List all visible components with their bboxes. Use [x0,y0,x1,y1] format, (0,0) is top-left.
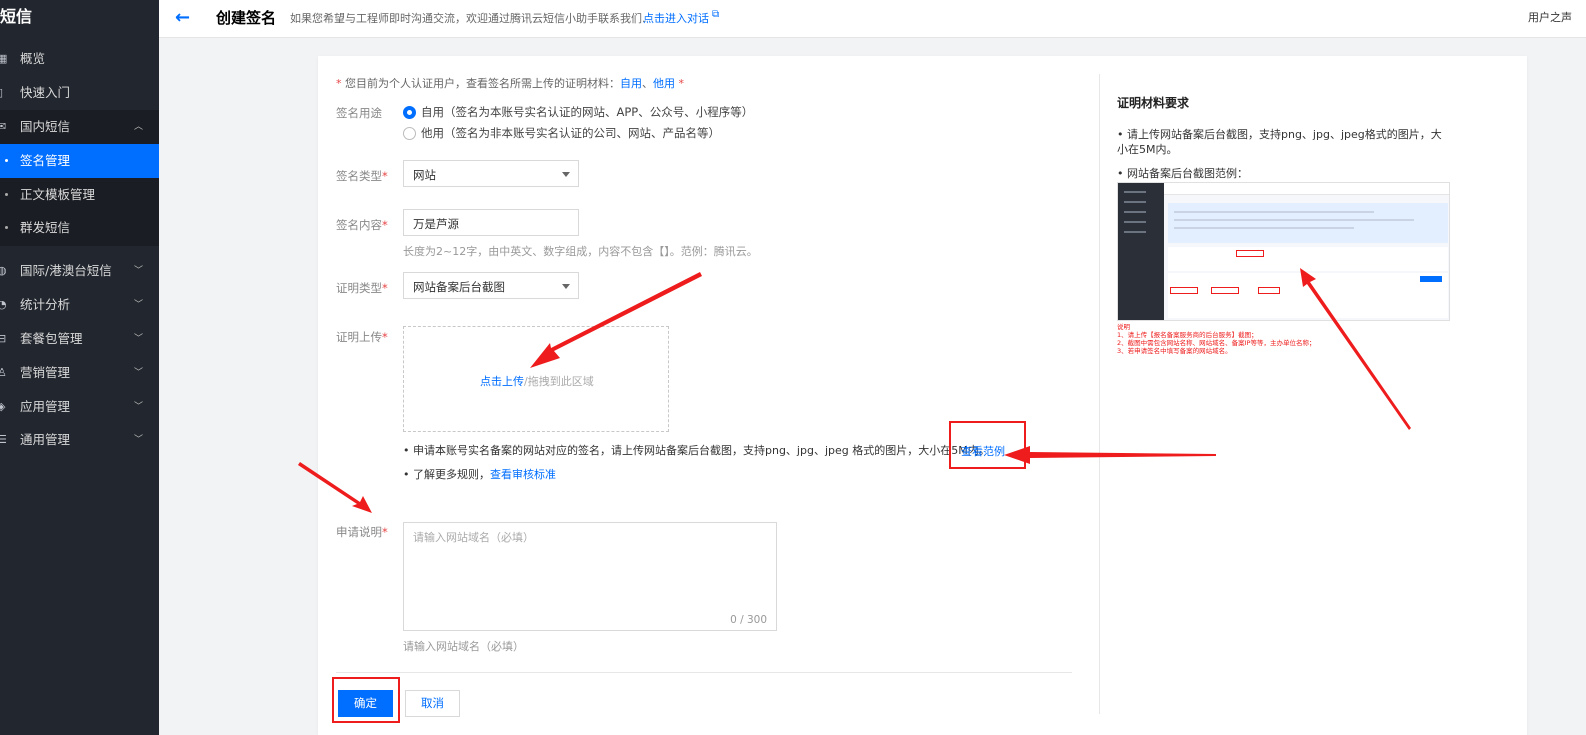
reason-help: 请输入网站域名（必填） [403,640,524,653]
globe-icon: ◍ [0,264,7,277]
sidebar-item-packages[interactable]: ⊟ 套餐包管理 ﹀ [0,322,159,356]
proof-type-label: 证明类型* [336,281,388,295]
bullet-dot [5,159,8,162]
annotation-box-confirm [332,677,400,723]
sidebar-item-template-management[interactable]: 正文模板管理 [0,178,159,212]
content-help: 长度为2~12字，由中英文、数字组成，内容不包含【】。范例：腾讯云。 [403,245,758,258]
sidebar-item-apps[interactable]: ◈ 应用管理 ﹀ [0,390,159,424]
purpose-radio-self[interactable] [403,106,416,119]
signature-type-select[interactable]: 网站 [403,160,579,187]
sidebar-item-marketing[interactable]: ♙ 营销管理 ﹀ [0,356,159,390]
chevron-up-icon: ︿ [133,122,143,132]
sidebar-item-general[interactable]: ☰ 通用管理 ﹀ [0,423,159,457]
requirements-title: 证明材料要求 [1117,96,1190,110]
book-icon: ▯ [0,86,4,99]
requirement-item-1: • 请上传网站备案后台截图，支持png、jpg、jpeg格式的图片，大小在5M内… [1117,128,1442,156]
page-title: 创建签名 [216,9,277,27]
sidebar: 短信 ▦ 概览 ▯ 快速入门 ✉ 国内短信 ︿ 签名管理 正文模板管理 群发短信… [0,0,159,735]
purpose-option-self[interactable]: 自用（签名为本账号实名认证的网站、APP、公众号、小程序等） [421,104,753,120]
purpose-radio-other[interactable] [403,127,416,140]
annotation-box-view-example [949,421,1026,469]
sidebar-brand: 短信 [0,7,33,26]
layers-icon: ◈ [0,400,6,413]
settings-list-icon: ☰ [0,433,7,446]
purpose-label: 签名用途 [336,106,382,120]
sidebar-item-domestic-sms[interactable]: ✉ 国内短信 ︿ [0,110,159,144]
proof-type-select[interactable]: 网站备案后台截图 [403,272,579,299]
chevron-down-icon: ﹀ [133,368,143,378]
upload-rule-bullet: • 申请本账号实名备案的网站对应的签名，请上传网站备案后台截图，支持png、jp… [403,444,1005,458]
signature-content-input[interactable]: 万是芦源 [403,209,579,236]
notice-link-self[interactable]: 自用 [620,77,642,90]
sidebar-item-signature-management[interactable]: 签名管理 [0,144,159,178]
sidebar-item-international-sms[interactable]: ◍ 国际/港澳台短信 ﹀ [0,254,159,288]
chevron-down-icon: ﹀ [133,435,143,445]
notice-link-other[interactable]: 他用 [653,77,675,90]
chevron-down-icon: ﹀ [133,266,143,276]
cancel-button[interactable]: 取消 [405,690,460,717]
chevron-down-icon: ﹀ [133,402,143,412]
review-rule-bullet: • 了解更多规则，查看审核标准 [403,468,556,481]
requirement-item-2: • 网站备案后台截图范例： [1117,167,1248,180]
caret-down-icon [562,172,570,177]
purpose-option-other[interactable]: 他用（签名为非本账号实名认证的公司、网站、产品名等） [421,125,720,141]
chevron-down-icon: ﹀ [133,300,143,310]
caret-down-icon [562,284,570,289]
sidebar-item-quickstart[interactable]: ▯ 快速入门 [0,76,159,110]
form-footer-divider [336,672,1072,673]
auth-notice: * 您目前为个人认证用户，查看签名所需上传的证明材料：自用、他用 * [336,77,684,90]
example-screenshot-image [1117,182,1450,321]
marketing-icon: ♙ [0,366,7,379]
char-counter: 0 / 300 [730,614,767,626]
reason-textarea[interactable]: 请输入网站域名（必填） 0 / 300 [403,522,777,631]
upload-label: 证明上传* [336,330,388,344]
upload-prompt: 点击上传/拖拽到此区域 [480,375,594,388]
chat-link[interactable]: 点击进入对话 [643,10,709,26]
package-icon: ⊟ [0,332,7,345]
example-note: 说明 1、请上传【报名备案服务商的后台服务】截图； 2、截图中需包含网站名称、网… [1117,323,1316,355]
user-voice-link[interactable]: 用户之声 [1528,9,1572,25]
back-arrow-icon[interactable]: ← [175,7,190,28]
external-link-icon[interactable]: ⧉ [712,9,719,20]
pie-chart-icon: ◔ [0,298,7,311]
bullet-dot [5,193,8,196]
mail-icon: ✉ [0,120,7,133]
bullet-dot [5,226,8,229]
sidebar-item-statistics[interactable]: ◔ 统计分析 ﹀ [0,288,159,322]
sidebar-item-overview[interactable]: ▦ 概览 [0,42,159,76]
chevron-down-icon: ﹀ [133,334,143,344]
content-label: 签名内容* [336,218,388,232]
page-header: ← 创建签名 如果您希望与工程师即时沟通交流，欢迎通过腾讯云短信小助手联系我们.… [159,0,1586,38]
sidebar-item-bulk-sms[interactable]: 群发短信 [0,211,159,245]
upload-link[interactable]: 点击上传 [480,375,524,388]
header-description: 如果您希望与工程师即时沟通交流，欢迎通过腾讯云短信小助手联系我们. [290,12,646,25]
panel-divider [1099,74,1100,714]
reason-label: 申请说明* [336,525,388,539]
type-label: 签名类型* [336,169,388,183]
dashboard-icon: ▦ [0,52,8,65]
review-standard-link[interactable]: 查看审核标准 [490,468,556,481]
